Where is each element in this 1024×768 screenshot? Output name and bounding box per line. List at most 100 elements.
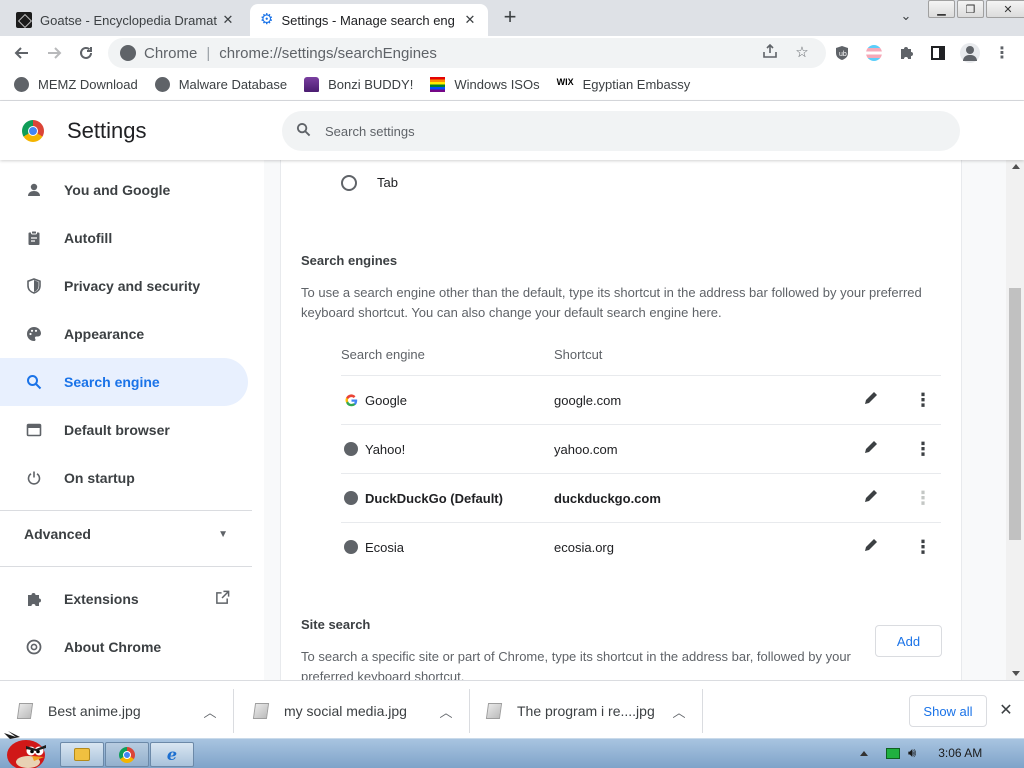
palette-icon: [24, 324, 44, 344]
bookmark-malware-database[interactable]: Malware Database: [154, 77, 287, 92]
sidebar-item-search-engine[interactable]: Search engine: [0, 358, 248, 406]
window-close-button[interactable]: ✕: [986, 0, 1024, 18]
show-all-downloads-button[interactable]: Show all: [909, 695, 987, 727]
edit-pencil-icon[interactable]: [861, 390, 881, 410]
engine-shortcut: ecosia.org: [554, 539, 614, 555]
volume-icon[interactable]: 🔊︎: [908, 745, 916, 761]
more-actions-icon[interactable]: ⋮: [913, 390, 933, 410]
sidebar-item-privacy[interactable]: Privacy and security: [0, 262, 248, 310]
close-downloads-icon[interactable]: ✕: [996, 700, 1016, 720]
taskbar-explorer-button[interactable]: [60, 742, 104, 767]
sidebar-item-label: About Chrome: [64, 639, 162, 655]
back-button[interactable]: [9, 40, 35, 66]
new-tab-button[interactable]: +: [498, 6, 522, 30]
network-icon[interactable]: [886, 747, 900, 759]
edit-pencil-icon[interactable]: [861, 488, 881, 508]
bookmark-memz[interactable]: MEMZ Download: [14, 77, 138, 92]
site-search-heading: Site search: [301, 617, 371, 632]
download-item[interactable]: my social media.jpg ︿: [236, 689, 470, 733]
url-scheme: chrome://: [219, 44, 282, 62]
sidebar-item-appearance[interactable]: Appearance: [0, 310, 248, 358]
chrome-site-icon: [120, 45, 136, 61]
column-header-shortcut: Shortcut: [554, 347, 603, 362]
more-actions-icon[interactable]: ⋮: [913, 439, 933, 459]
reload-button[interactable]: [73, 40, 99, 66]
tab-goatse[interactable]: Goatse - Encyclopedia Dramat ✕: [6, 4, 246, 36]
back-arrow-icon: [14, 47, 28, 59]
sidebar-advanced-toggle[interactable]: Advanced ▼: [0, 510, 248, 558]
add-site-search-button[interactable]: Add: [875, 625, 942, 657]
download-item[interactable]: Best anime.jpg ︿: [0, 689, 234, 733]
sidebar-item-extensions[interactable]: Extensions: [0, 575, 248, 623]
side-panel-icon[interactable]: [928, 43, 948, 63]
sidebar-item-about-chrome[interactable]: About Chrome: [0, 623, 248, 671]
bookmark-egyptian-embassy[interactable]: WIX Egyptian Embassy: [557, 77, 691, 92]
sidebar-item-label: On startup: [64, 470, 135, 486]
chrome-menu-icon[interactable]: ⋮: [992, 43, 1012, 63]
sidebar-item-autofill[interactable]: Autofill: [0, 214, 248, 262]
engine-shortcut: duckduckgo.com: [554, 490, 661, 506]
profile-avatar-icon[interactable]: [960, 43, 980, 63]
sidebar-item-on-startup[interactable]: On startup: [0, 454, 248, 502]
page-scrollbar[interactable]: [1006, 160, 1024, 680]
close-tab-icon[interactable]: ✕: [462, 12, 478, 28]
scroll-down-arrow-icon[interactable]: [1012, 671, 1020, 676]
forward-button[interactable]: [41, 40, 67, 66]
scroll-thumb[interactable]: [1009, 288, 1021, 540]
engine-shortcut: yahoo.com: [554, 441, 618, 457]
trans-flag-extension-icon[interactable]: [864, 43, 884, 63]
share-icon-glyph: [763, 43, 777, 58]
share-icon[interactable]: [760, 43, 780, 63]
search-glyph: [296, 122, 311, 137]
chevron-up-icon[interactable]: ︿: [668, 702, 690, 721]
reload-icon: [80, 46, 92, 59]
sidebar-item-default-browser[interactable]: Default browser: [0, 406, 248, 454]
radio-tab[interactable]: [341, 175, 357, 191]
search-settings-input[interactable]: Search settings: [282, 111, 960, 151]
extensions-puzzle-icon[interactable]: [896, 43, 916, 63]
chevron-up-icon[interactable]: ︿: [435, 702, 457, 721]
column-header-search-engine: Search engine: [341, 347, 425, 362]
settings-gear-icon: ⚙: [260, 11, 274, 28]
scroll-up-arrow-icon[interactable]: [1012, 164, 1020, 169]
edit-pencil-icon[interactable]: [861, 439, 881, 459]
ublock-shield-icon[interactable]: ub: [832, 43, 852, 63]
download-item[interactable]: The program i re....jpg ︿: [469, 689, 703, 733]
bookmark-bonzi[interactable]: Bonzi BUDDY!: [304, 77, 413, 92]
bookmark-label: Egyptian Embassy: [582, 77, 691, 92]
minimize-button[interactable]: ▁: [928, 0, 955, 18]
puzzle-icon: [24, 589, 44, 609]
settings-header: Settings Search settings: [0, 101, 1024, 160]
sidebar-item-label: Autofill: [64, 230, 113, 246]
radio-tab-label: Tab: [377, 175, 398, 190]
bookmark-star-icon[interactable]: ☆: [792, 43, 812, 63]
google-g-icon: [343, 392, 359, 408]
restore-button[interactable]: ❐: [957, 0, 984, 18]
taskbar-chrome-button[interactable]: [105, 742, 149, 767]
svg-text:ub: ub: [839, 51, 847, 58]
engine-name: DuckDuckGo (Default): [365, 490, 503, 506]
rainbow-flag-icon: [430, 77, 446, 92]
shield-icon: [24, 276, 44, 296]
show-hidden-icons-icon[interactable]: [860, 750, 868, 756]
trans-flag-glyph: [866, 45, 882, 61]
download-filename: The program i re....jpg: [517, 703, 655, 719]
bookmark-windows-isos[interactable]: Windows ISOs: [430, 77, 540, 92]
shield-glyph: ub: [836, 46, 848, 60]
edit-pencil-icon[interactable]: [861, 537, 881, 557]
more-actions-icon: ⋮: [914, 488, 932, 508]
more-actions-icon[interactable]: ⋮: [913, 537, 933, 557]
address-bar[interactable]: Chrome | chrome://settings/searchEngines: [108, 38, 826, 68]
close-tab-icon[interactable]: ✕: [220, 12, 236, 28]
sidebar-item-you-and-google[interactable]: You and Google: [0, 166, 248, 214]
image-file-icon: [252, 703, 270, 719]
clipboard-icon: [24, 228, 44, 248]
advanced-label: Advanced: [24, 526, 91, 542]
person-icon: [24, 180, 44, 200]
tab-search-chevron-icon[interactable]: ⌄: [896, 8, 916, 28]
start-button-angry-bird-icon[interactable]: [2, 731, 52, 768]
clock[interactable]: 3:06 AM: [938, 746, 982, 760]
tab-settings[interactable]: ⚙ Settings - Manage search eng ✕: [250, 4, 488, 36]
taskbar-ie-button[interactable]: e: [150, 742, 194, 767]
chevron-up-icon[interactable]: ︿: [199, 702, 221, 721]
